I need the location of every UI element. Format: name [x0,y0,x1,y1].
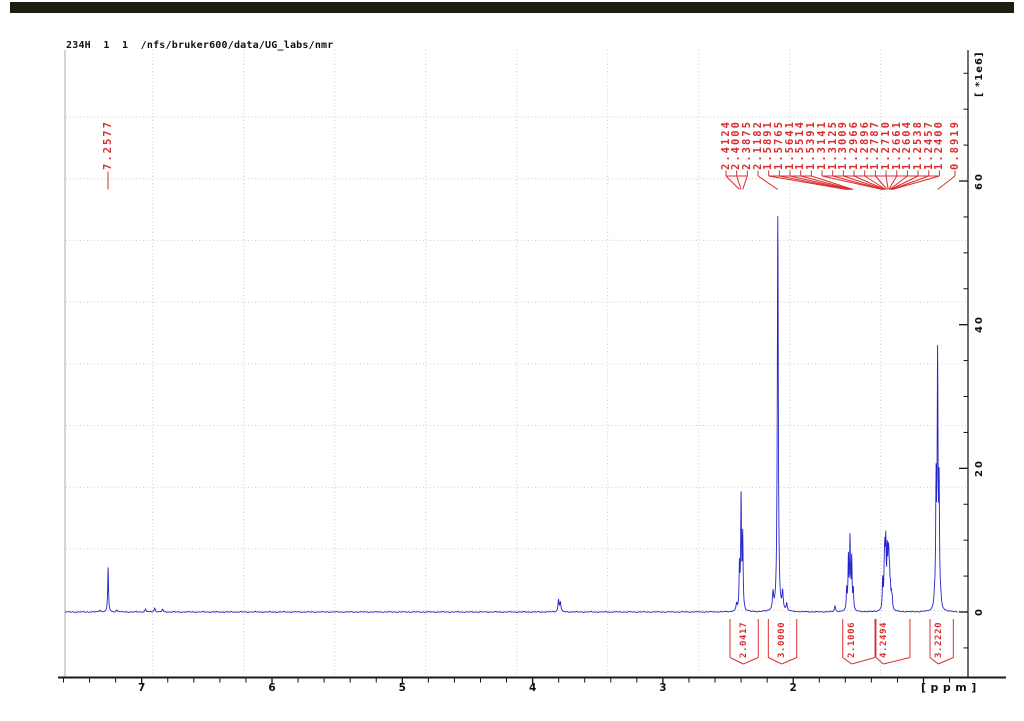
x-axis-tick-label: 2 [789,681,797,694]
integral-bracket-slant [929,657,939,665]
integral-bracket-slant [842,657,852,665]
integral-bracket-slant [768,657,782,665]
peak-label: 0.8919 [948,120,961,170]
integral-bracket-slant [743,657,759,665]
y-axis-tick-label: 20 [973,458,985,477]
integral-label: 3.2220 [933,621,944,658]
label-comb-diagonal [757,175,779,190]
nmr-plot-window: 234H 1 1 /nfs/bruker600/data/UG_labs/nmr… [0,0,1024,721]
integral-bracket-slant [729,657,744,665]
x-axis-tick-label: 6 [268,681,276,694]
y-axis-tick-label: 60 [973,171,985,190]
y-axis-tick-label: 0 [973,606,985,616]
peak-label: 1.2400 [933,120,946,170]
y-axis-unit-label: [ *1e6] [973,51,985,97]
label-comb-diagonal [891,175,929,190]
x-axis-tick-label: 5 [398,681,406,694]
x-axis-tick-label: 3 [659,681,667,694]
integral-label: 2.0417 [738,621,749,658]
x-axis-tick-label: 4 [528,681,537,694]
spectrum-trace [64,216,958,613]
label-comb-diagonal [885,175,889,190]
integral-bracket-slant [883,657,911,665]
peak-annotations [107,170,956,665]
x-axis-unit-label: [ppm] [921,680,981,694]
integral-bracket-slant [938,657,954,665]
integral-bracket-slant [851,657,876,665]
x-axis-tick-label: 7 [138,681,146,694]
label-comb-diagonal [937,175,956,190]
spectrum-plot [58,50,1006,685]
y-axis-tick-label: 40 [973,315,985,334]
integral-label: 2.1006 [847,621,858,658]
label-comb-diagonal [843,175,885,190]
integral-label: 4.2494 [878,621,889,658]
spectrum-line [64,216,958,613]
integral-label: 3.0000 [777,621,788,658]
integral-bracket-slant [875,657,884,665]
peak-label: 7.2577 [101,120,114,170]
label-comb-diagonal [742,175,748,190]
